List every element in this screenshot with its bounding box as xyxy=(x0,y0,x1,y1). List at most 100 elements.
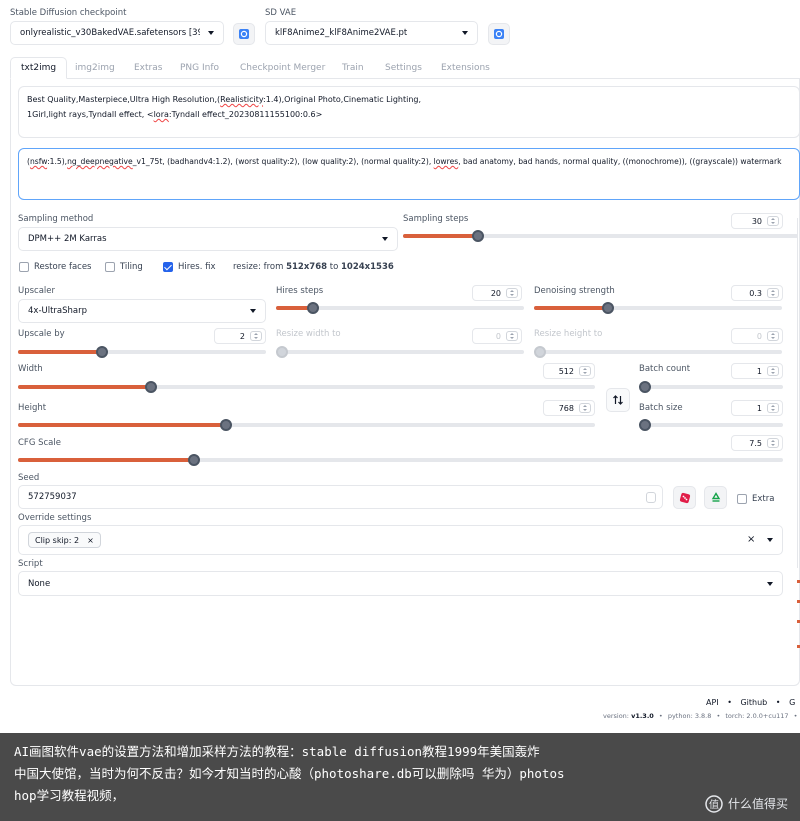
tab-extensions[interactable]: Extensions xyxy=(441,57,490,79)
resize-width-input[interactable]: 0 xyxy=(472,328,522,344)
tiling-checkbox[interactable] xyxy=(105,262,115,272)
denoising-strength-input[interactable]: 0.3 xyxy=(731,285,783,301)
vae-dropdown[interactable]: klF8Anime2_klF8Anime2VAE.pt xyxy=(265,21,478,45)
tab-checkpoint-merger[interactable]: Checkpoint Merger xyxy=(240,57,325,79)
caption-line-3: hop学习教程视频， xyxy=(14,788,125,803)
tiling-label: Tiling xyxy=(120,262,143,272)
chevron-down-icon xyxy=(250,309,256,313)
negative-prompt-textarea[interactable]: (nsfw:1.5),ng_deepnegative_v1_75t, (badh… xyxy=(18,148,800,200)
batch-count-input[interactable]: 1 xyxy=(731,363,783,379)
sampling-method-dropdown[interactable]: DPM++ 2M Karras xyxy=(18,227,398,251)
slider-handle[interactable] xyxy=(144,381,157,393)
extra-checkbox[interactable] xyxy=(737,494,747,504)
slider-handle[interactable] xyxy=(472,230,485,242)
height-input[interactable]: 768 xyxy=(543,400,595,416)
sampling-steps-value: 30 xyxy=(751,216,762,226)
width-input[interactable]: 512 xyxy=(543,363,595,379)
hires-fix-checkbox[interactable] xyxy=(163,262,173,272)
spinner-icon[interactable] xyxy=(506,288,518,298)
override-settings-label: Override settings xyxy=(18,513,92,523)
spinner-icon[interactable] xyxy=(506,331,518,341)
api-link[interactable]: API xyxy=(706,698,719,707)
spinner-icon[interactable] xyxy=(250,331,262,341)
upscale-by-input[interactable]: 2 xyxy=(214,328,266,344)
sampling-steps-input[interactable]: 30 xyxy=(731,213,783,229)
batch-size-label: Batch size xyxy=(639,403,683,413)
reuse-seed-button[interactable] xyxy=(704,486,727,509)
height-label: Height xyxy=(18,403,47,413)
override-settings-input[interactable] xyxy=(18,525,783,555)
vae-value: klF8Anime2_klF8Anime2VAE.pt xyxy=(275,28,408,38)
tab-settings[interactable]: Settings xyxy=(385,57,422,79)
spinner-icon[interactable] xyxy=(646,492,656,503)
resize-width-label: Resize width to xyxy=(276,329,341,339)
restore-faces-checkbox[interactable] xyxy=(19,262,29,272)
hires-steps-input[interactable]: 20 xyxy=(472,285,522,301)
caption-line-1: AI画图软件vae的设置方法和增加采样方法的教程：stable diffusio… xyxy=(14,744,540,759)
checkpoint-dropdown[interactable]: onlyrealistic_v30BakedVAE.safetensors [3… xyxy=(10,21,224,45)
spinner-icon[interactable] xyxy=(579,366,591,376)
slider-handle[interactable] xyxy=(187,454,200,466)
resize-height-input[interactable]: 0 xyxy=(731,328,783,344)
hires-steps-slider[interactable] xyxy=(276,302,524,314)
slider-handle[interactable] xyxy=(639,419,651,431)
slider-handle[interactable] xyxy=(639,381,651,393)
checkpoint-label: Stable Diffusion checkpoint xyxy=(10,8,127,18)
tab-extras[interactable]: Extras xyxy=(134,57,162,79)
spinner-icon[interactable] xyxy=(767,216,779,226)
spinner-icon[interactable] xyxy=(767,288,779,298)
clear-override-icon[interactable]: × xyxy=(747,534,755,545)
vae-label: SD VAE xyxy=(265,8,297,18)
resize-height-value: 0 xyxy=(756,331,762,341)
refresh-checkpoint-button[interactable] xyxy=(233,23,255,45)
chip-close-icon[interactable]: × xyxy=(87,536,94,545)
width-slider[interactable] xyxy=(18,381,595,393)
override-chip-clip-skip: Clip skip: 2 × xyxy=(28,532,101,548)
spinner-icon[interactable] xyxy=(579,403,591,413)
denoising-strength-label: Denoising strength xyxy=(534,286,615,296)
batch-count-label: Batch count xyxy=(639,364,691,374)
resize-width-value: 0 xyxy=(495,331,501,341)
seed-value: 572759037 xyxy=(28,492,77,502)
upscale-by-slider[interactable] xyxy=(18,346,266,358)
script-dropdown[interactable]: None xyxy=(18,571,783,596)
tab-img2img[interactable]: img2img xyxy=(75,57,115,79)
spinner-icon[interactable] xyxy=(767,366,779,376)
chevron-down-icon xyxy=(462,31,468,35)
cfg-scale-label: CFG Scale xyxy=(18,438,61,448)
g-link[interactable]: G xyxy=(789,698,795,707)
batch-size-input[interactable]: 1 xyxy=(731,400,783,416)
chevron-down-icon xyxy=(767,581,773,586)
seed-input[interactable]: 572759037 xyxy=(18,485,663,509)
tab-train[interactable]: Train xyxy=(342,57,364,79)
random-seed-button[interactable] xyxy=(673,486,696,509)
resize-height-slider[interactable] xyxy=(534,346,782,358)
slider-handle[interactable] xyxy=(276,346,288,358)
spinner-icon[interactable] xyxy=(767,438,779,448)
slider-handle[interactable] xyxy=(219,419,232,431)
swap-dimensions-button[interactable] xyxy=(606,388,630,412)
upscaler-dropdown[interactable]: 4x-UltraSharp xyxy=(18,299,266,323)
batch-size-slider[interactable] xyxy=(639,419,783,431)
resize-width-slider[interactable] xyxy=(276,346,524,358)
github-link[interactable]: Github xyxy=(740,698,767,707)
denoising-strength-slider[interactable] xyxy=(534,302,782,314)
height-slider[interactable] xyxy=(18,419,595,431)
footer-links: API • Github • G xyxy=(706,698,795,707)
tab-txt2img[interactable]: txt2img xyxy=(10,57,68,79)
slider-handle[interactable] xyxy=(534,346,546,358)
batch-count-slider[interactable] xyxy=(639,381,783,393)
dice-icon xyxy=(679,492,690,503)
cfg-scale-input[interactable]: 7.5 xyxy=(731,435,783,451)
sampling-steps-slider[interactable] xyxy=(403,230,798,242)
watermark-text: 什么值得买 xyxy=(727,797,788,811)
prompt-textarea[interactable]: Best Quality,Masterpiece,Ultra High Reso… xyxy=(18,86,800,138)
spinner-icon[interactable] xyxy=(767,403,779,413)
refresh-vae-button[interactable] xyxy=(488,23,510,45)
sampling-method-value: DPM++ 2M Karras xyxy=(28,234,107,244)
tab-png-info[interactable]: PNG Info xyxy=(180,57,219,79)
cfg-scale-slider[interactable] xyxy=(18,454,783,466)
chevron-down-icon xyxy=(208,31,214,35)
spinner-icon[interactable] xyxy=(767,331,779,341)
cfg-scale-value: 7.5 xyxy=(749,438,762,448)
